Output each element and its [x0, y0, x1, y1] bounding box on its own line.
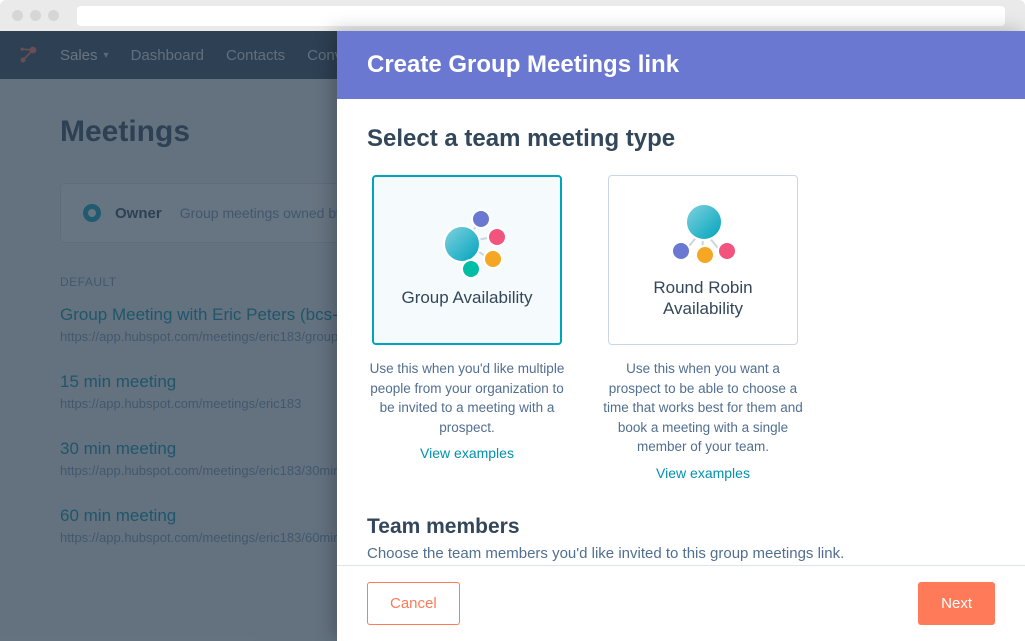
option-desc: Use this when you'd like multiple people… — [367, 359, 567, 437]
url-bar[interactable] — [77, 6, 1005, 26]
team-members-section: Team members Choose the team members you… — [367, 515, 995, 562]
panel-body: Select a team meeting type — [337, 99, 1025, 565]
traffic-lights — [12, 10, 59, 21]
option-group-availability[interactable]: Group Availability Use this when you'd l… — [367, 175, 567, 481]
option-title: Round Robin Availability — [619, 277, 787, 320]
next-button[interactable]: Next — [918, 582, 995, 625]
meeting-type-options: Group Availability Use this when you'd l… — [367, 175, 995, 481]
option-desc: Use this when you want a prospect to be … — [603, 359, 803, 457]
select-heading: Select a team meeting type — [367, 125, 995, 153]
view-examples-link[interactable]: View examples — [656, 465, 750, 481]
traffic-max[interactable] — [48, 10, 59, 21]
option-title: Group Availability — [401, 287, 532, 308]
group-availability-icon — [427, 211, 507, 273]
option-round-robin[interactable]: Round Robin Availability Use this when y… — [603, 175, 803, 481]
option-card: Group Availability — [372, 175, 562, 345]
traffic-min[interactable] — [30, 10, 41, 21]
browser-chrome — [0, 0, 1025, 31]
panel-footer: Cancel Next — [337, 565, 1025, 641]
view-examples-link[interactable]: View examples — [420, 445, 514, 461]
cancel-button[interactable]: Cancel — [367, 582, 460, 625]
team-members-heading: Team members — [367, 515, 995, 539]
team-members-sub: Choose the team members you'd like invit… — [367, 545, 995, 562]
panel-header: Create Group Meetings link — [337, 31, 1025, 99]
traffic-close[interactable] — [12, 10, 23, 21]
round-robin-icon — [663, 201, 743, 263]
create-group-panel: Create Group Meetings link Select a team… — [337, 31, 1025, 641]
option-card: Round Robin Availability — [608, 175, 798, 345]
